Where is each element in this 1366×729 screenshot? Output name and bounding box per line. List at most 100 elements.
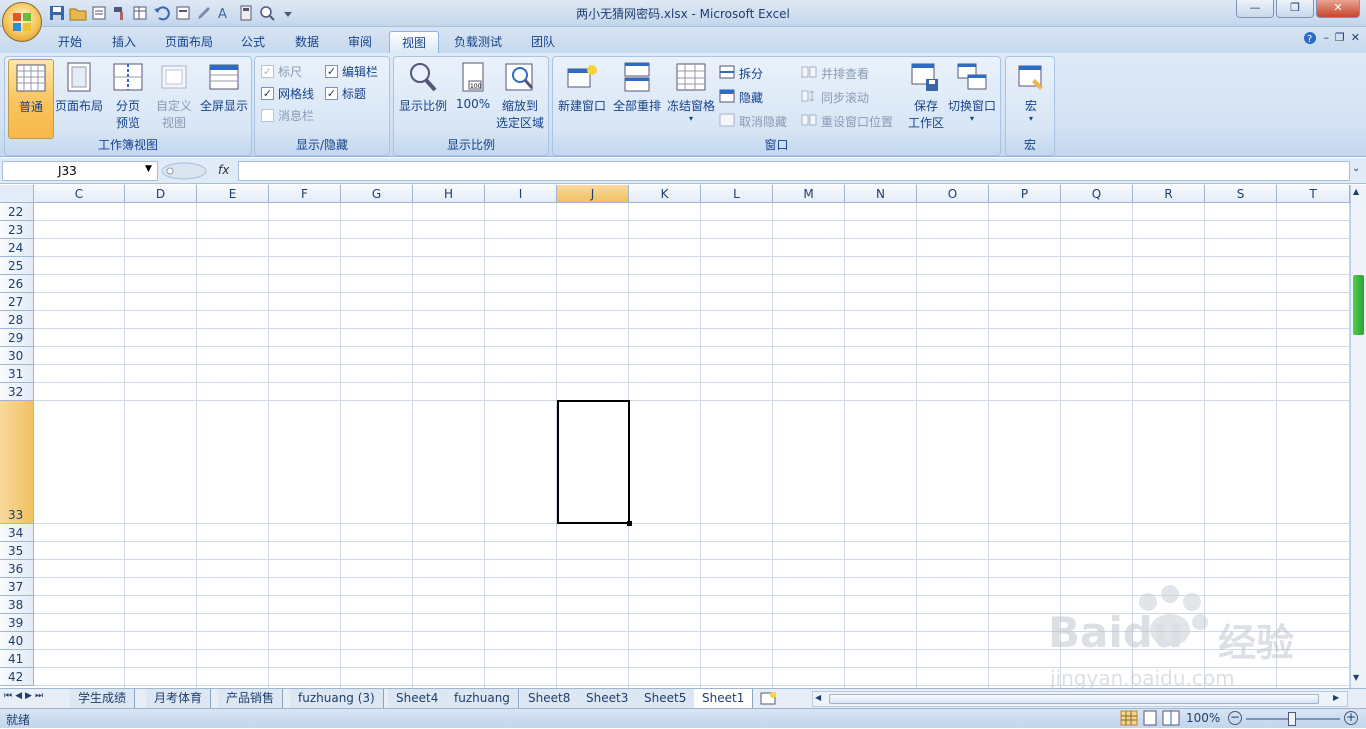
row-header-35[interactable]: 35 — [0, 542, 34, 560]
row-header-38[interactable]: 38 — [0, 596, 34, 614]
row-header-27[interactable]: 27 — [0, 293, 34, 311]
vertical-scrollbar[interactable]: ▲ ▼ — [1350, 185, 1366, 690]
page-layout-view-button[interactable]: 页面布局 — [53, 59, 105, 139]
horizontal-scrollbar[interactable]: ◀ ▶ — [812, 691, 1348, 707]
insert-function-button[interactable]: fx — [218, 163, 229, 177]
tab-insert[interactable]: 插入 — [100, 31, 148, 53]
name-box-dropdown-icon[interactable]: ▼ — [145, 164, 152, 174]
pen-icon[interactable] — [195, 4, 213, 22]
column-header-c[interactable]: C — [34, 185, 125, 203]
doc-restore-icon[interactable]: ❐ — [1335, 31, 1345, 48]
column-header-o[interactable]: O — [917, 185, 989, 203]
office-button[interactable] — [2, 2, 42, 42]
macros-button[interactable]: 宏 ▾ — [1008, 59, 1054, 139]
column-header-n[interactable]: N — [845, 185, 917, 203]
row-header-24[interactable]: 24 — [0, 239, 34, 257]
formula-bar-checkbox[interactable]: ✓ 编辑栏 — [325, 61, 378, 81]
column-header-e[interactable]: E — [197, 185, 269, 203]
table-icon[interactable] — [132, 4, 150, 22]
doc-minimize-icon[interactable]: – — [1323, 31, 1329, 48]
sync-scroll-button[interactable]: 同步滚动 — [801, 87, 869, 107]
sheet-tab[interactable]: fuzhuang — [446, 689, 519, 708]
print-preview-icon[interactable] — [90, 4, 108, 22]
scroll-up-icon[interactable]: ▲ — [1353, 187, 1359, 196]
save-workspace-button[interactable]: 保存 工作区 — [903, 59, 949, 139]
column-header-i[interactable]: I — [485, 185, 557, 203]
scroll-thumb[interactable] — [1353, 275, 1364, 335]
tab-data[interactable]: 数据 — [283, 31, 331, 53]
row-header-23[interactable]: 23 — [0, 221, 34, 239]
sheet-tab[interactable]: Sheet1 — [694, 689, 754, 708]
sheet-tab[interactable]: fuzhuang (3) — [290, 689, 384, 708]
format-painter-icon[interactable] — [111, 4, 129, 22]
full-screen-button[interactable]: 全屏显示 — [197, 59, 251, 139]
zoom-slider-thumb[interactable] — [1288, 712, 1296, 726]
zoom-to-selection-button[interactable]: 缩放到 选定区域 — [494, 59, 546, 139]
tab-view[interactable]: 视图 — [389, 31, 440, 53]
custom-views-button[interactable]: 自定义 视图 — [151, 59, 197, 139]
zoom-out-icon[interactable]: − — [1228, 711, 1242, 725]
calculator-icon[interactable] — [237, 4, 255, 22]
save-icon[interactable] — [48, 4, 66, 22]
new-window-button[interactable]: 新建窗口 — [556, 59, 608, 139]
row-header-37[interactable]: 37 — [0, 578, 34, 596]
page-break-status-icon[interactable] — [1162, 710, 1180, 729]
fill-handle[interactable] — [627, 521, 632, 526]
restore-button[interactable]: ❐ — [1276, 0, 1314, 18]
row-header-41[interactable]: 41 — [0, 650, 34, 668]
tab-load-test[interactable]: 负载测试 — [442, 31, 514, 53]
expand-formula-bar-icon[interactable]: ⌄ — [1352, 163, 1360, 174]
side-by-side-button[interactable]: 并排查看 — [801, 63, 869, 83]
hide-button[interactable]: 隐藏 — [719, 87, 763, 107]
name-box[interactable]: J33 — [2, 161, 158, 181]
insert-sheet-icon[interactable] — [760, 691, 778, 708]
zoom-in-icon[interactable]: + — [1344, 711, 1358, 725]
form-icon[interactable] — [174, 4, 192, 22]
unhide-button[interactable]: 取消隐藏 — [719, 111, 787, 131]
zoom-level[interactable]: 100% — [1186, 711, 1220, 725]
select-all-button[interactable] — [0, 185, 34, 203]
column-header-r[interactable]: R — [1133, 185, 1205, 203]
row-header-36[interactable]: 36 — [0, 560, 34, 578]
row-header-30[interactable]: 30 — [0, 347, 34, 365]
tab-page-layout[interactable]: 页面布局 — [153, 31, 225, 53]
open-folder-icon[interactable] — [69, 4, 87, 22]
split-button[interactable]: 拆分 — [719, 63, 763, 83]
row-header-34[interactable]: 34 — [0, 524, 34, 542]
zoom-slider[interactable] — [1246, 712, 1340, 726]
column-header-t[interactable]: T — [1277, 185, 1350, 203]
column-header-h[interactable]: H — [413, 185, 485, 203]
text-style-icon[interactable]: A — [216, 4, 234, 22]
close-button[interactable]: ✕ — [1316, 0, 1360, 18]
sheet-tab[interactable]: 月考体育 — [146, 689, 212, 708]
scroll-left-icon[interactable]: ◀ — [815, 693, 821, 702]
column-header-s[interactable]: S — [1205, 185, 1277, 203]
message-bar-checkbox[interactable]: 消息栏 — [261, 105, 314, 125]
row-header-26[interactable]: 26 — [0, 275, 34, 293]
column-header-j[interactable]: J — [557, 185, 629, 203]
active-cell[interactable] — [557, 400, 632, 526]
minimize-button[interactable]: — — [1236, 0, 1274, 18]
zoom-icon[interactable] — [258, 4, 276, 22]
reset-position-button[interactable]: 重设窗口位置 — [801, 111, 893, 131]
formula-input[interactable] — [238, 161, 1350, 181]
page-layout-status-icon[interactable] — [1141, 710, 1159, 729]
arrange-all-button[interactable]: 全部重排 — [611, 59, 663, 139]
scroll-down-icon[interactable]: ▼ — [1353, 673, 1359, 682]
hscroll-thumb[interactable] — [829, 694, 1319, 704]
tab-review[interactable]: 审阅 — [336, 31, 384, 53]
sheet-tab[interactable]: Sheet5 — [636, 689, 696, 708]
sheet-tab[interactable]: 学生成绩 — [70, 689, 136, 708]
freeze-panes-button[interactable]: 冻结窗格 ▾ — [665, 59, 717, 139]
headings-checkbox[interactable]: ✓ 标题 — [325, 83, 366, 103]
row-header-28[interactable]: 28 — [0, 311, 34, 329]
tab-team[interactable]: 团队 — [519, 31, 567, 53]
row-header-40[interactable]: 40 — [0, 632, 34, 650]
column-header-l[interactable]: L — [701, 185, 773, 203]
row-header-33[interactable]: 33 — [0, 401, 34, 524]
sheet-tab[interactable]: Sheet3 — [578, 689, 638, 708]
tab-formulas[interactable]: 公式 — [229, 31, 277, 53]
doc-close-icon[interactable]: ✕ — [1351, 31, 1360, 48]
sheet-tab[interactable]: Sheet8 — [520, 689, 580, 708]
row-header-39[interactable]: 39 — [0, 614, 34, 632]
